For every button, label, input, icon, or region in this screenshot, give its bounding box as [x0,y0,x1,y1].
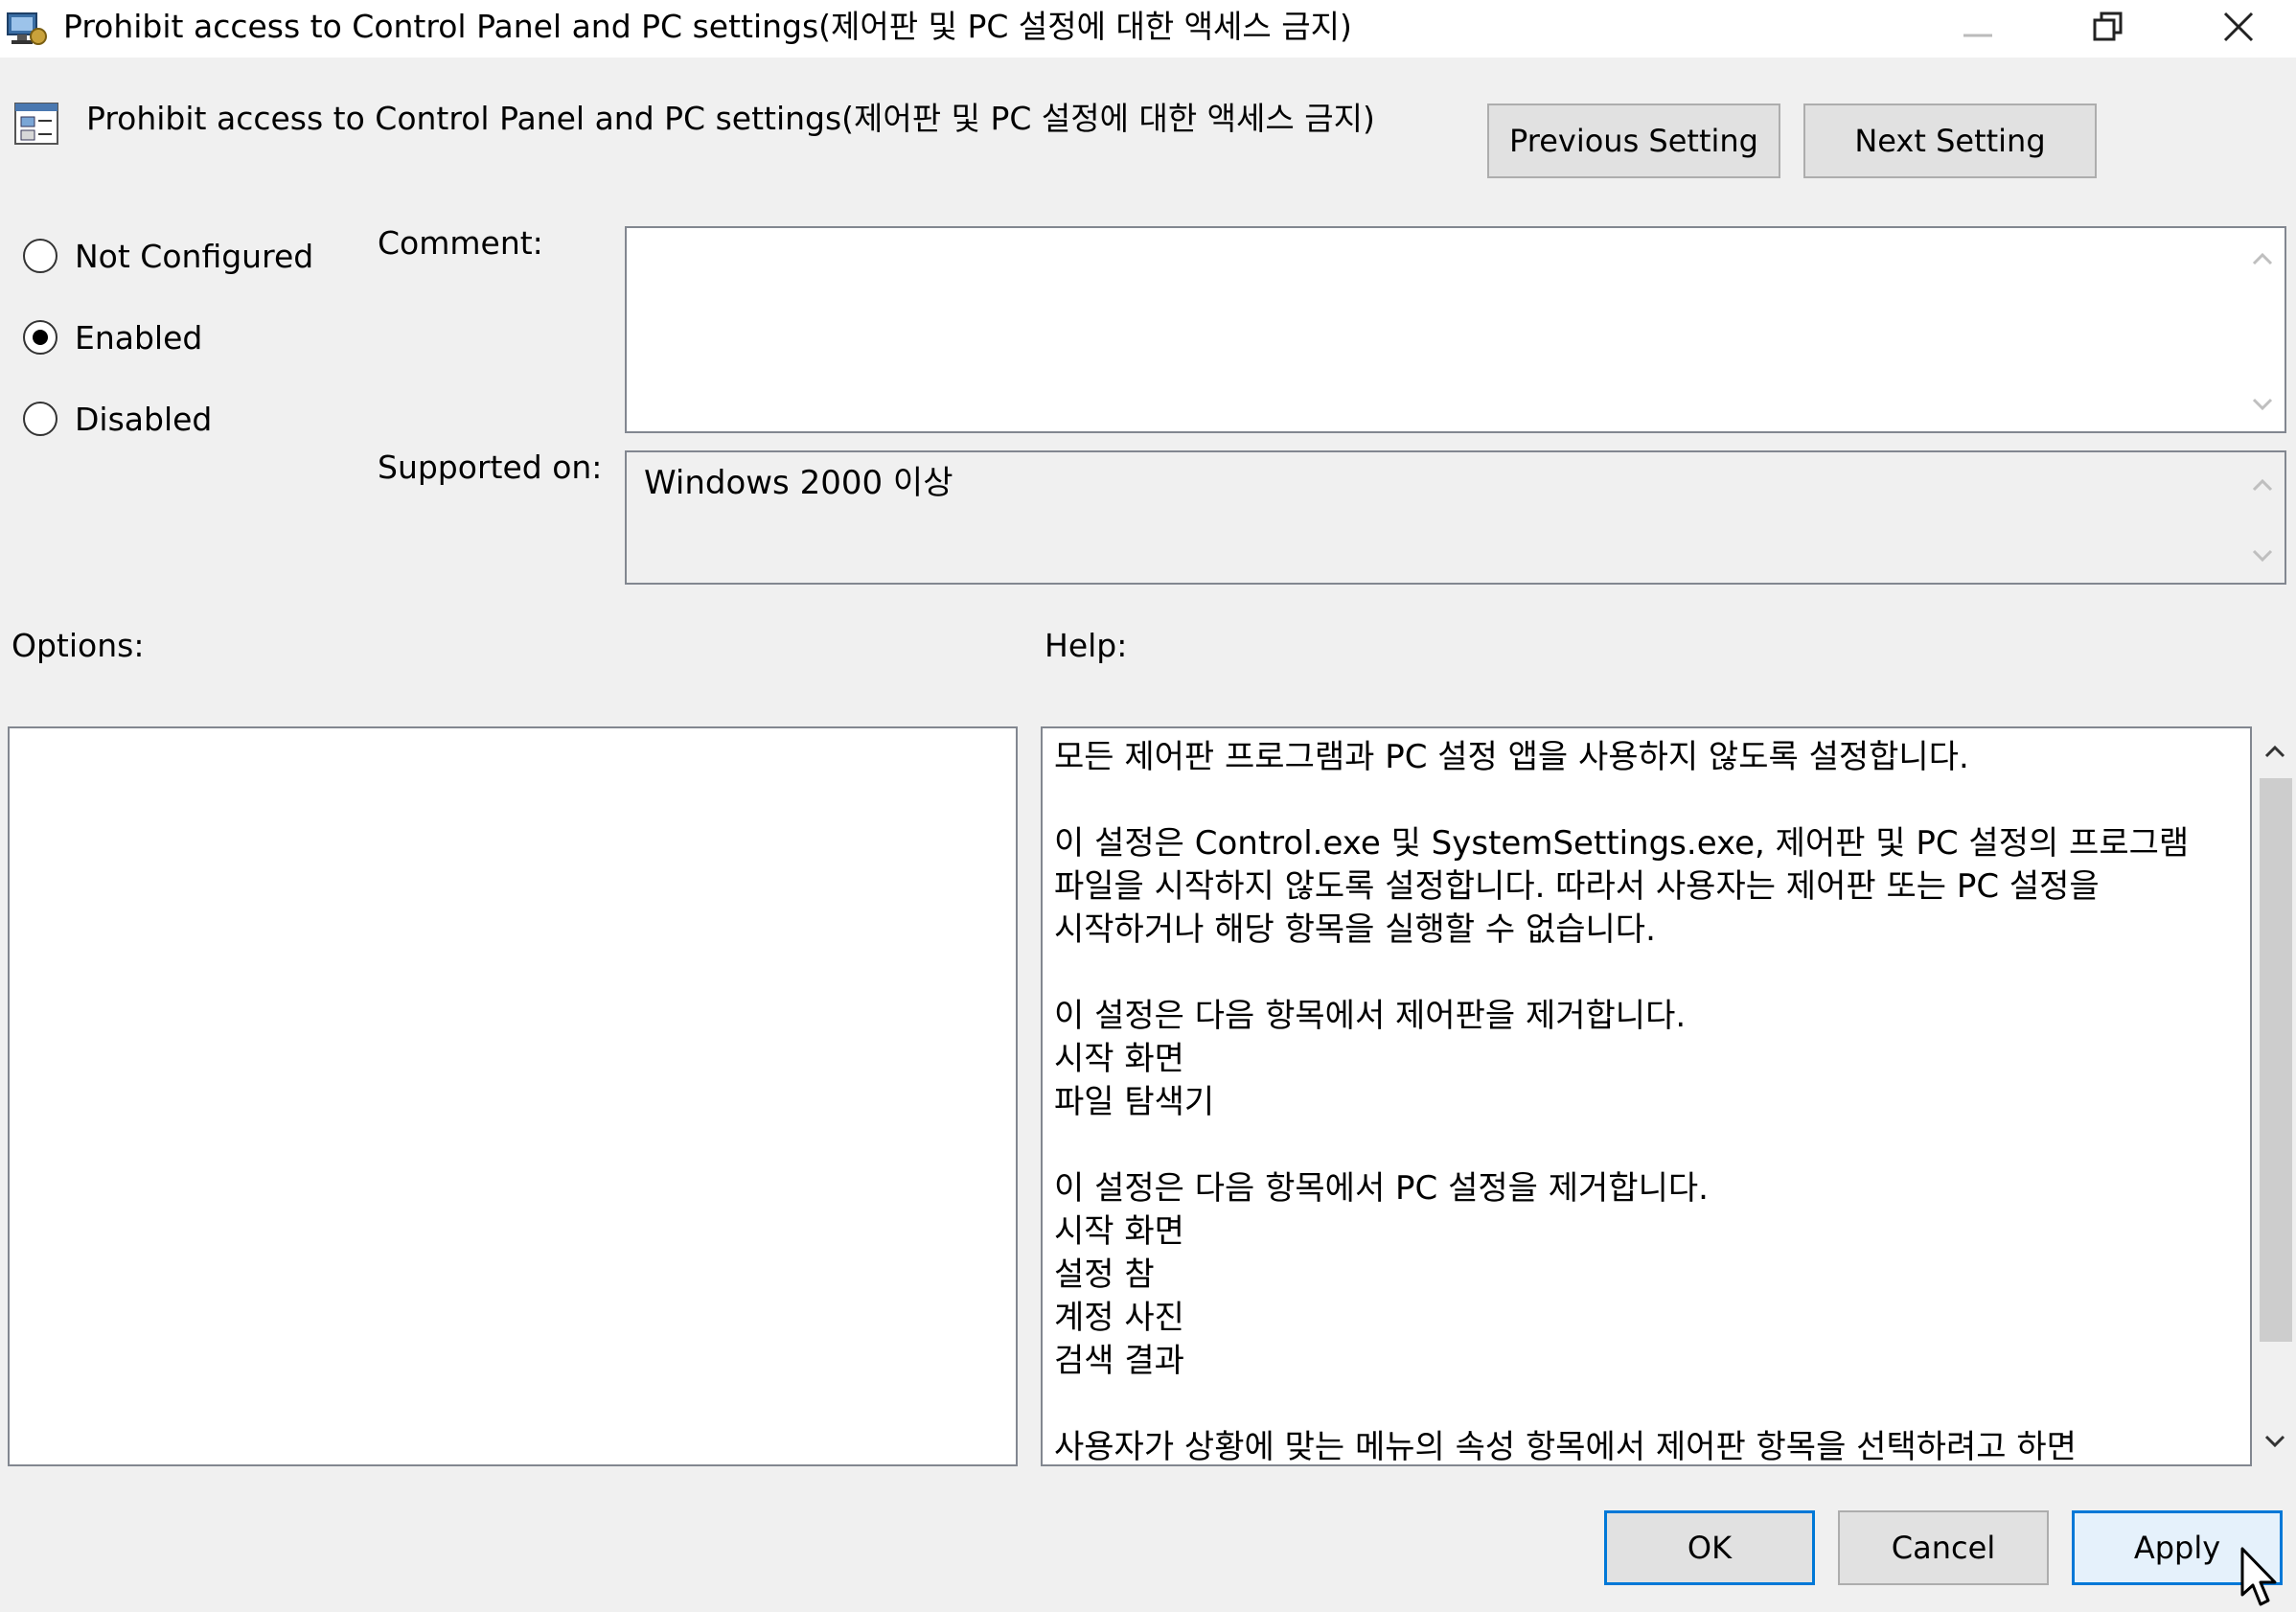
minimize-icon [1963,34,1992,37]
supported-on-value: Windows 2000 이상 [644,464,953,502]
restore-icon [2093,12,2123,41]
radio-label: Disabled [75,400,213,438]
options-label: Options: [11,627,145,664]
supported-scrollbar[interactable] [2240,452,2285,583]
help-scrollbar[interactable] [2254,726,2296,1466]
radio-circle[interactable] [23,239,57,273]
mouse-cursor-icon [2239,1547,2281,1608]
comment-textarea[interactable] [625,226,2286,433]
radio-label: Enabled [75,318,203,357]
radio-enabled[interactable]: Enabled [23,313,202,361]
scroll-down-icon[interactable] [2240,537,2285,575]
help-text: 모든 제어판 프로그램과 PC 설정 앱을 사용하지 않도록 설정합니다. 이 … [1054,738,2190,1466]
radio-circle[interactable] [23,402,57,436]
help-panel: 모든 제어판 프로그램과 PC 설정 앱을 사용하지 않도록 설정합니다. 이 … [1041,726,2252,1466]
comment-label: Comment: [378,224,543,262]
scroll-down-icon[interactable] [2254,1422,2296,1461]
options-panel [8,726,1018,1466]
ok-button[interactable]: OK [1604,1510,1815,1585]
comment-scrollbar[interactable] [2240,228,2285,431]
window-title: Prohibit access to Control Panel and PC … [63,8,1352,45]
next-setting-button[interactable]: Next Setting [1803,104,2097,178]
policy-name: Prohibit access to Control Panel and PC … [86,100,1375,137]
scroll-down-icon[interactable] [2240,385,2285,424]
group-policy-app-icon [6,10,48,48]
help-label: Help: [1045,627,1128,664]
scroll-up-icon[interactable] [2240,466,2285,504]
radio-not-configured[interactable]: Not Configured [23,232,313,280]
supported-on-label: Supported on: [378,449,603,486]
close-button[interactable] [2198,0,2279,54]
policy-setting-icon [13,102,61,148]
radio-circle-checked[interactable] [23,320,57,355]
scroll-up-icon[interactable] [2240,240,2285,278]
previous-setting-button[interactable]: Previous Setting [1487,104,1780,178]
cancel-button[interactable]: Cancel [1838,1510,2049,1585]
scroll-thumb[interactable] [2260,778,2292,1342]
restore-button[interactable] [2068,0,2148,54]
scroll-up-icon[interactable] [2254,732,2296,771]
radio-label: Not Configured [75,237,314,275]
supported-on-field: Windows 2000 이상 [625,450,2286,585]
minimize-button[interactable] [1938,0,2018,54]
close-icon [2223,12,2254,42]
radio-disabled[interactable]: Disabled [23,395,212,443]
